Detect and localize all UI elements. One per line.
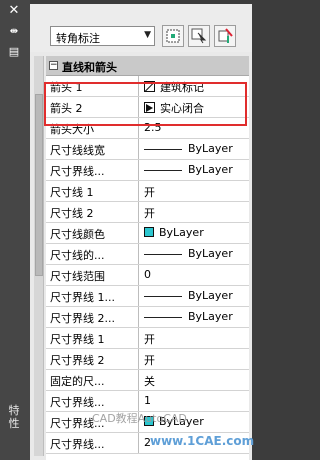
- property-row[interactable]: 尺寸界线... 1: [46, 391, 249, 412]
- palette-title: 特性: [8, 404, 20, 430]
- property-value-text: 开: [144, 354, 155, 367]
- property-row[interactable]: 尺寸线的... ByLayer: [46, 244, 249, 265]
- lineweight-sample-icon: [144, 169, 182, 171]
- properties-menu-icon[interactable]: ▤: [5, 45, 23, 59]
- property-value-text: 开: [144, 207, 155, 220]
- property-value-text: ByLayer: [188, 163, 233, 176]
- color-swatch-icon: [144, 227, 154, 237]
- properties-palette: 转角标注 ▼ − 直线和箭头 箭头 1 建筑标记 箭头 2 实心闭合 箭头大小 …: [30, 4, 252, 460]
- property-name: 尺寸线线宽: [46, 139, 139, 159]
- property-value[interactable]: ByLayer: [140, 307, 249, 327]
- property-value-text: ByLayer: [188, 289, 233, 302]
- property-value[interactable]: 关: [140, 370, 249, 390]
- property-value-text: 开: [144, 186, 155, 199]
- property-value-text: ByLayer: [188, 142, 233, 155]
- chevron-down-icon: ▼: [144, 30, 151, 40]
- property-row[interactable]: 尺寸线颜色 ByLayer: [46, 223, 249, 244]
- property-row[interactable]: 固定的尺... 关: [46, 370, 249, 391]
- property-value-text: ByLayer: [188, 247, 233, 260]
- property-value[interactable]: 开: [140, 349, 249, 369]
- property-value[interactable]: ByLayer: [140, 139, 249, 159]
- property-name: 尺寸线 2: [46, 202, 139, 222]
- property-name: 尺寸线范围: [46, 265, 139, 285]
- vertical-scrollbar[interactable]: [34, 56, 44, 456]
- properties-toolbar: 转角标注 ▼: [30, 4, 252, 52]
- property-name: 尺寸界线 2...: [46, 307, 139, 327]
- arrowhead-highlight-box: [44, 82, 247, 126]
- watermark-site: www.1CAE.com: [150, 434, 255, 448]
- quick-select-button[interactable]: [162, 25, 184, 47]
- collapse-icon[interactable]: −: [49, 61, 58, 70]
- property-row[interactable]: 尺寸界线 2... ByLayer: [46, 307, 249, 328]
- property-row[interactable]: 尺寸界线 2 开: [46, 349, 249, 370]
- property-row[interactable]: 尺寸线线宽 ByLayer: [46, 139, 249, 160]
- property-row[interactable]: 尺寸界线 1 开: [46, 328, 249, 349]
- property-value[interactable]: 开: [140, 181, 249, 201]
- property-row[interactable]: 尺寸界线 1... ByLayer: [46, 286, 249, 307]
- property-name: 尺寸线的...: [46, 244, 139, 264]
- property-value[interactable]: 开: [140, 328, 249, 348]
- property-value[interactable]: 开: [140, 202, 249, 222]
- auto-hide-icon[interactable]: ⇹: [5, 25, 23, 39]
- property-value-text: 关: [144, 375, 155, 388]
- property-value-text: 1: [144, 394, 151, 407]
- property-value-text: ByLayer: [188, 310, 233, 323]
- toggle-pickadd-icon: [218, 28, 233, 43]
- property-row[interactable]: 尺寸线 2 开: [46, 202, 249, 223]
- lineweight-sample-icon: [144, 295, 182, 297]
- property-value[interactable]: ByLayer: [140, 223, 249, 243]
- lineweight-sample-icon: [144, 316, 182, 318]
- property-row[interactable]: 尺寸界线... ByLayer: [46, 160, 249, 181]
- property-value-text: 0: [144, 268, 151, 281]
- property-row[interactable]: 尺寸线 1 开: [46, 181, 249, 202]
- watermark-text: CAD教程AutoCAD: [92, 412, 187, 425]
- palette-title-strip: ✕ ⇹ ▤ 特性: [0, 0, 30, 460]
- select-objects-icon: [191, 28, 207, 44]
- quick-select-icon: [166, 29, 180, 43]
- property-name: 尺寸界线 2: [46, 349, 139, 369]
- section-title: 直线和箭头: [62, 61, 117, 74]
- property-name: 尺寸界线...: [46, 433, 139, 453]
- property-row[interactable]: 尺寸线范围 0: [46, 265, 249, 286]
- lineweight-sample-icon: [144, 253, 182, 255]
- property-name: 尺寸界线 1: [46, 328, 139, 348]
- property-name: 尺寸线颜色: [46, 223, 139, 243]
- property-value-text: 开: [144, 333, 155, 346]
- property-value[interactable]: ByLayer: [140, 244, 249, 264]
- scrollbar-thumb[interactable]: [35, 94, 43, 276]
- lineweight-sample-icon: [144, 148, 182, 150]
- toggle-pickadd-button[interactable]: [214, 25, 236, 47]
- close-icon[interactable]: ✕: [5, 4, 23, 18]
- property-name: 尺寸界线...: [46, 160, 139, 180]
- property-value[interactable]: ByLayer: [140, 160, 249, 180]
- property-name: 固定的尺...: [46, 370, 139, 390]
- property-value[interactable]: ByLayer: [140, 286, 249, 306]
- object-type-value: 转角标注: [56, 32, 100, 45]
- section-header[interactable]: − 直线和箭头: [46, 56, 249, 76]
- object-type-dropdown[interactable]: 转角标注 ▼: [50, 26, 155, 46]
- select-objects-button[interactable]: [188, 25, 210, 47]
- property-value-text: ByLayer: [159, 226, 204, 239]
- property-value[interactable]: 1: [140, 391, 249, 411]
- property-name: 尺寸界线 1...: [46, 286, 139, 306]
- property-name: 尺寸界线...: [46, 391, 139, 411]
- property-value[interactable]: 0: [140, 265, 249, 285]
- property-name: 尺寸线 1: [46, 181, 139, 201]
